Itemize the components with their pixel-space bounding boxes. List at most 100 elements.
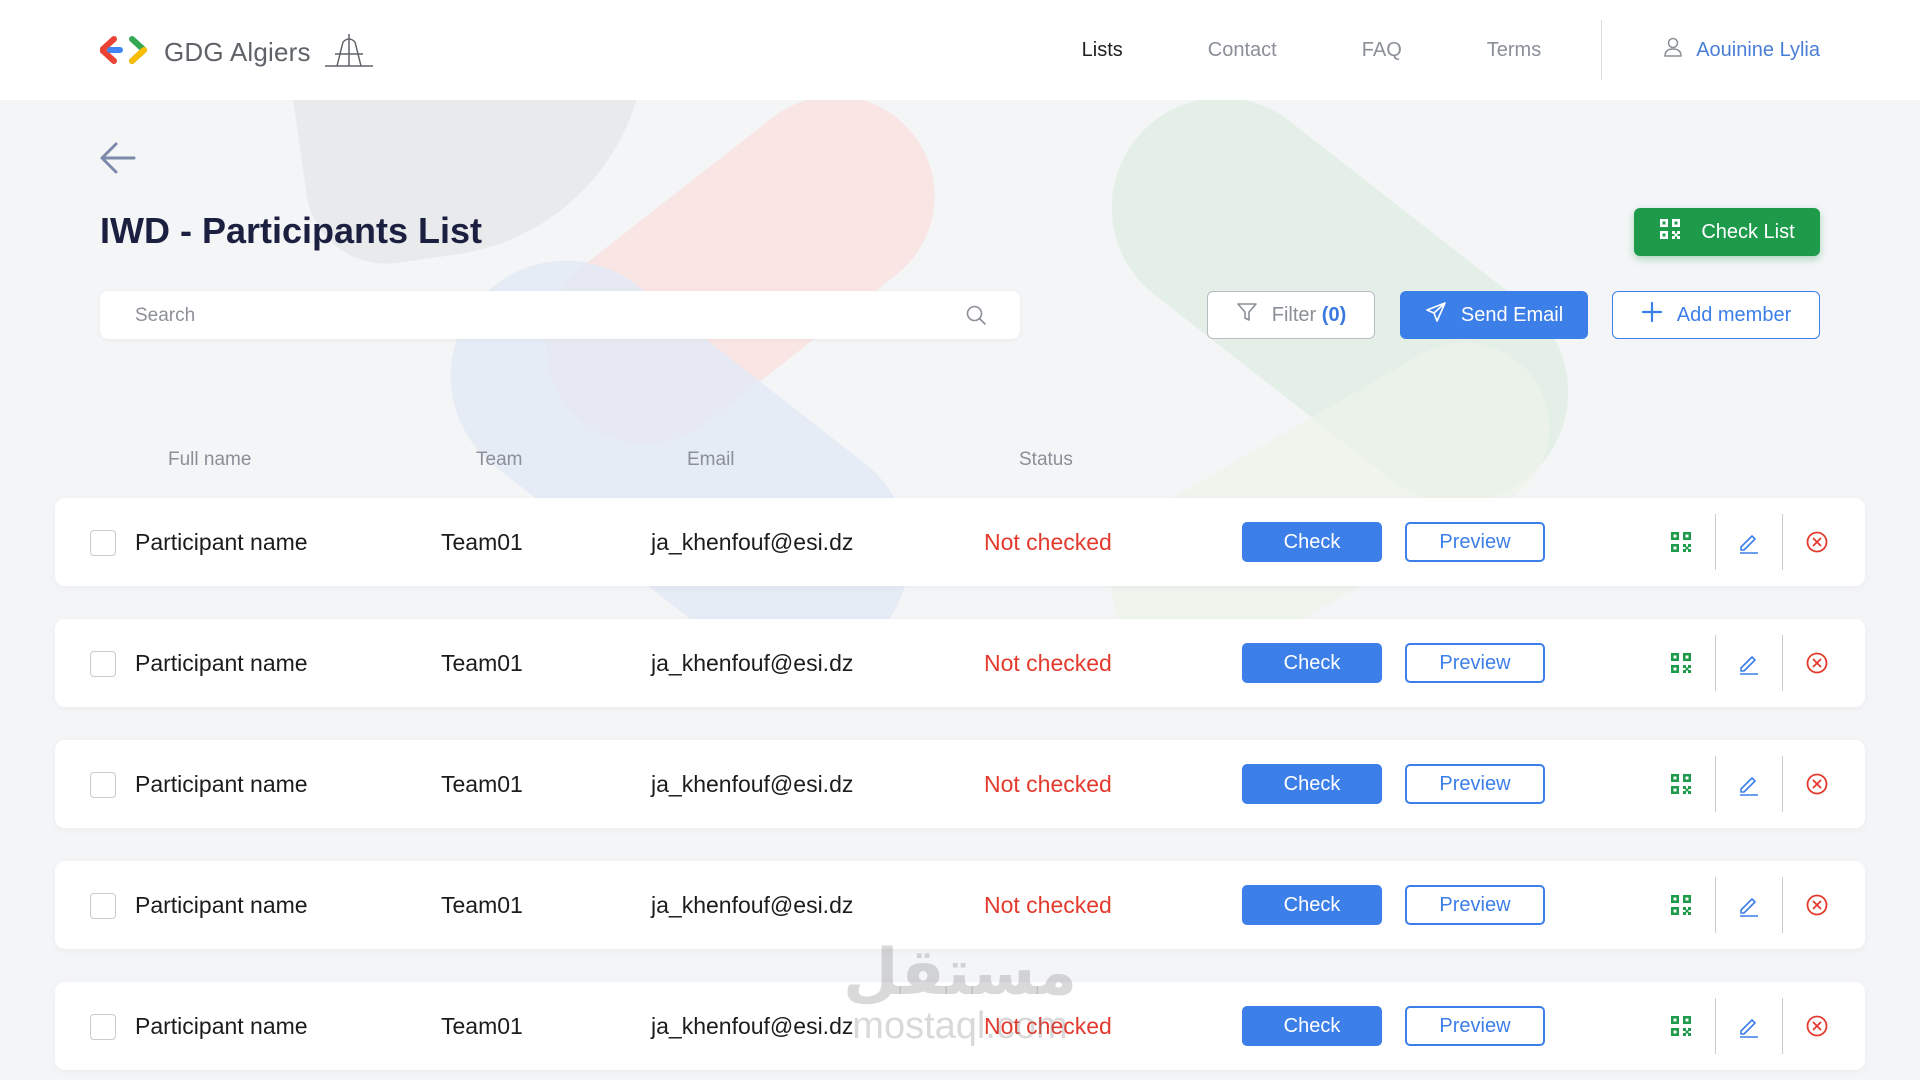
close-circle-icon[interactable] — [1803, 528, 1831, 556]
user-icon — [1662, 36, 1684, 64]
filter-label: Filter — [1271, 303, 1317, 326]
close-circle-icon[interactable] — [1803, 1012, 1831, 1040]
row-checkbox[interactable] — [90, 772, 116, 798]
participant-name: Participant name — [135, 650, 308, 676]
action-divider — [1782, 514, 1783, 570]
nav-terms[interactable]: Terms — [1487, 39, 1541, 62]
search-box — [100, 291, 1020, 341]
preview-button[interactable]: Preview — [1405, 885, 1545, 925]
participant-team: Team01 — [441, 771, 523, 797]
participant-email: ja_khenfouf@esi.dz — [651, 529, 854, 555]
action-divider — [1782, 998, 1783, 1054]
qr-code-icon[interactable] — [1667, 649, 1695, 677]
column-header-team[interactable]: Team — [476, 449, 522, 471]
pencil-icon[interactable] — [1735, 528, 1763, 556]
participant-name: Participant name — [135, 892, 308, 918]
participant-email: ja_khenfouf@esi.dz — [651, 771, 854, 797]
filter-icon — [1236, 301, 1258, 329]
table-row: Participant name Team01 ja_khenfouf@esi.… — [55, 740, 1865, 828]
check-button[interactable]: Check — [1242, 1006, 1382, 1046]
check-button[interactable]: Check — [1242, 764, 1382, 804]
participant-name: Participant name — [135, 529, 308, 555]
row-checkbox[interactable] — [90, 651, 116, 677]
nav-faq[interactable]: FAQ — [1362, 39, 1402, 62]
status-badge: Not checked — [984, 650, 1112, 676]
check-button[interactable]: Check — [1242, 522, 1382, 562]
nav-divider — [1601, 20, 1603, 80]
participant-team: Team01 — [441, 892, 523, 918]
action-divider — [1715, 514, 1716, 570]
check-button[interactable]: Check — [1242, 643, 1382, 683]
participant-team: Team01 — [441, 1013, 523, 1039]
action-divider — [1782, 756, 1783, 812]
row-checkbox[interactable] — [90, 530, 116, 556]
preview-button[interactable]: Preview — [1405, 522, 1545, 562]
arrow-left-icon — [98, 142, 138, 180]
gdg-logo[interactable]: GDG Algiers — [99, 32, 377, 73]
pencil-icon[interactable] — [1735, 891, 1763, 919]
table-row: Participant name Team01 ja_khenfouf@esi.… — [55, 498, 1865, 586]
add-member-button[interactable]: Add member — [1612, 291, 1820, 339]
participant-team: Team01 — [441, 529, 523, 555]
status-badge: Not checked — [984, 892, 1112, 918]
plus-icon — [1641, 301, 1663, 329]
action-divider — [1715, 635, 1716, 691]
close-circle-icon[interactable] — [1803, 649, 1831, 677]
action-divider — [1715, 998, 1716, 1054]
send-email-button[interactable]: Send Email — [1400, 291, 1588, 339]
close-circle-icon[interactable] — [1803, 770, 1831, 798]
check-button[interactable]: Check — [1242, 885, 1382, 925]
action-divider — [1715, 756, 1716, 812]
row-checkbox[interactable] — [90, 893, 116, 919]
column-header-email[interactable]: Email — [687, 449, 735, 471]
user-name: Aouinine Lylia — [1696, 38, 1820, 61]
participant-email: ja_khenfouf@esi.dz — [651, 1013, 854, 1039]
pencil-icon[interactable] — [1735, 649, 1763, 677]
close-circle-icon[interactable] — [1803, 891, 1831, 919]
qr-code-icon[interactable] — [1667, 528, 1695, 556]
qr-code-icon — [1659, 218, 1681, 246]
preview-button[interactable]: Preview — [1405, 1006, 1545, 1046]
table-row: Participant name Team01 ja_khenfouf@esi.… — [55, 619, 1865, 707]
participant-team: Team01 — [441, 650, 523, 676]
top-header: GDG Algiers Lists Contact FAQ Terms Aoui… — [0, 0, 1920, 100]
nav-contact[interactable]: Contact — [1208, 39, 1277, 62]
back-button[interactable] — [98, 140, 138, 181]
user-menu[interactable]: Aouinine Lylia — [1662, 36, 1820, 64]
table-row: Participant name Team01 ja_khenfouf@esi.… — [55, 861, 1865, 949]
check-list-button[interactable]: Check List — [1634, 208, 1820, 256]
column-header-full-name[interactable]: Full name — [168, 449, 251, 471]
column-header-status[interactable]: Status — [1019, 449, 1073, 471]
pencil-icon[interactable] — [1735, 770, 1763, 798]
filter-button[interactable]: Filter (0) — [1207, 291, 1375, 339]
qr-code-icon[interactable] — [1667, 1012, 1695, 1040]
qr-code-icon[interactable] — [1667, 770, 1695, 798]
status-badge: Not checked — [984, 771, 1112, 797]
pencil-icon[interactable] — [1735, 1012, 1763, 1040]
participant-email: ja_khenfouf@esi.dz — [651, 650, 854, 676]
action-divider — [1715, 877, 1716, 933]
search-input[interactable] — [100, 291, 937, 341]
participant-email: ja_khenfouf@esi.dz — [651, 892, 854, 918]
qr-code-icon[interactable] — [1667, 891, 1695, 919]
filter-count: (0) — [1321, 303, 1347, 326]
row-checkbox[interactable] — [90, 1014, 116, 1040]
main-nav: Lists Contact FAQ Terms Aouinine Lylia — [997, 0, 1820, 100]
action-divider — [1782, 635, 1783, 691]
participant-name: Participant name — [135, 771, 308, 797]
participant-name: Participant name — [135, 1013, 308, 1039]
preview-button[interactable]: Preview — [1405, 643, 1545, 683]
preview-button[interactable]: Preview — [1405, 764, 1545, 804]
page-title: IWD - Participants List — [100, 210, 483, 251]
check-list-label: Check List — [1701, 220, 1795, 243]
nav-lists[interactable]: Lists — [1082, 39, 1123, 62]
background-shape-red — [505, 55, 975, 485]
send-icon — [1425, 301, 1447, 329]
search-icon[interactable] — [964, 303, 988, 332]
send-email-label: Send Email — [1460, 303, 1564, 326]
logo-text: GDG Algiers — [164, 37, 311, 67]
status-badge: Not checked — [984, 1013, 1112, 1039]
table-row: Participant name Team01 ja_khenfouf@esi.… — [55, 982, 1865, 1070]
status-badge: Not checked — [984, 529, 1112, 555]
add-member-label: Add member — [1676, 303, 1792, 326]
